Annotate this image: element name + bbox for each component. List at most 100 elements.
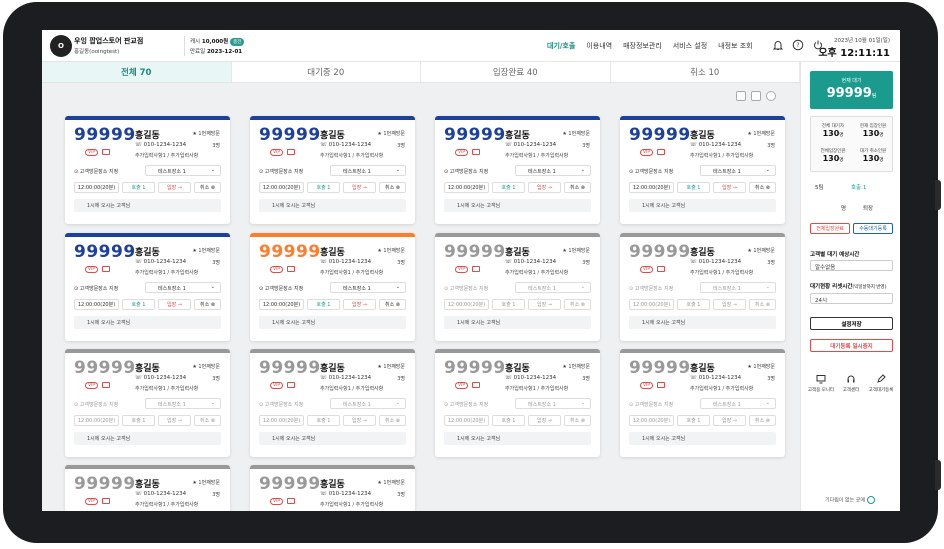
- location-select[interactable]: 테스트장소 1 ⌄: [515, 165, 591, 176]
- memo-field[interactable]: 1시에 오시는 고객님: [259, 199, 406, 212]
- bell-icon[interactable]: [772, 39, 784, 51]
- cancel-button[interactable]: 취소 ⊗: [194, 415, 221, 426]
- message-icon[interactable]: [287, 382, 295, 388]
- message-icon[interactable]: [102, 382, 110, 388]
- monitor-button[interactable]: 고객용 모니터: [807, 374, 835, 393]
- call-button[interactable]: 호출 1: [492, 182, 525, 193]
- message-icon[interactable]: [472, 266, 480, 272]
- cancel-button[interactable]: 취소 ⊗: [194, 182, 221, 193]
- tab-entered[interactable]: 입장완료 40: [421, 62, 611, 82]
- call-button[interactable]: 호출 1: [307, 299, 340, 310]
- message-icon[interactable]: [102, 498, 110, 504]
- enter-button[interactable]: 입장 →: [158, 182, 191, 193]
- message-icon[interactable]: [472, 149, 480, 155]
- call-button[interactable]: 호출 1: [677, 299, 710, 310]
- refresh-icon[interactable]: [766, 91, 776, 101]
- waiting-card[interactable]: 99999 VIP 홍길동 ★ 1번째방문 ☏ 010-1234-1234 3명…: [250, 465, 415, 511]
- enter-button[interactable]: 입장 →: [528, 415, 561, 426]
- help-icon[interactable]: ?: [792, 39, 804, 51]
- waiting-card[interactable]: 99999 VIP 홍길동 ★ 1번째방문 ☏ 010-1234-1234 3명…: [435, 116, 600, 224]
- enter-button[interactable]: 입장 →: [528, 299, 561, 310]
- call-button[interactable]: 호출 1: [492, 415, 525, 426]
- location-select[interactable]: 테스트장소 1 ⌄: [145, 282, 221, 293]
- memo-field[interactable]: 1시에 오시는 고객님: [74, 199, 221, 212]
- grid-view-icon[interactable]: [736, 91, 746, 101]
- est-time-select[interactable]: 알수없음: [810, 260, 893, 271]
- location-select[interactable]: 테스트장소 1 ⌄: [330, 282, 406, 293]
- cancel-button[interactable]: 취소 ⊗: [749, 299, 776, 310]
- charge-badge[interactable]: 충전: [230, 38, 245, 46]
- waiting-card[interactable]: 99999 VIP 홍길동 ★ 1번째방문 ☏ 010-1234-1234 3명…: [620, 233, 785, 341]
- location-select[interactable]: 테스트장소 1 ⌄: [145, 165, 221, 176]
- all-enter-button[interactable]: 전체입장완료: [810, 223, 850, 234]
- exit-button[interactable]: 퇴장: [863, 204, 873, 212]
- waiting-card[interactable]: 99999 VIP 홍길동 ★ 1번째방문 ☏ 010-1234-1234 3명…: [250, 233, 415, 341]
- manual-register-button[interactable]: 수동대기등록: [853, 223, 893, 234]
- enter-button[interactable]: 입장 →: [713, 299, 746, 310]
- call-button[interactable]: 호출 1: [122, 182, 155, 193]
- message-icon[interactable]: [102, 266, 110, 272]
- memo-field[interactable]: 1시에 오시는 고객님: [629, 432, 776, 445]
- enter-button[interactable]: 입장 →: [158, 299, 191, 310]
- memo-field[interactable]: 1시에 오시는 고객님: [74, 316, 221, 329]
- waiting-card[interactable]: 99999 VIP 홍길동 ★ 1번째방문 ☏ 010-1234-1234 3명…: [250, 116, 415, 224]
- nav-myinfo[interactable]: 내정보 조회: [718, 41, 752, 51]
- enter-button[interactable]: 입장 →: [343, 182, 376, 193]
- tab-cancelled[interactable]: 취소 10: [611, 62, 800, 82]
- waiting-card[interactable]: 99999 VIP 홍길동 ★ 1번째방문 ☏ 010-1234-1234 3명…: [435, 233, 600, 341]
- nav-history[interactable]: 이용내역: [586, 41, 612, 51]
- call-button[interactable]: 호출 1: [492, 299, 525, 310]
- location-select[interactable]: 테스트장소 1 ⌄: [515, 282, 591, 293]
- location-select[interactable]: 테스트장소 1 ⌄: [330, 398, 406, 409]
- message-icon[interactable]: [102, 149, 110, 155]
- waiting-card[interactable]: 99999 VIP 홍길동 ★ 1번째방문 ☏ 010-1234-1234 3명…: [435, 349, 600, 457]
- cancel-button[interactable]: 취소 ⊗: [749, 182, 776, 193]
- message-icon[interactable]: [287, 266, 295, 272]
- save-settings-button[interactable]: 설정저장: [810, 317, 893, 330]
- cancel-button[interactable]: 취소 ⊗: [564, 182, 591, 193]
- enter-button[interactable]: 입장 →: [713, 182, 746, 193]
- memo-field[interactable]: 1시에 오시는 고객님: [629, 199, 776, 212]
- call-next-button[interactable]: 호출 1: [851, 183, 866, 191]
- waiting-card[interactable]: 99999 VIP 홍길동 ★ 1번째방문 ☏ 010-1234-1234 3명…: [65, 349, 230, 457]
- waiting-card[interactable]: 99999 VIP 홍길동 ★ 1번째방문 ☏ 010-1234-1234 3명…: [620, 116, 785, 224]
- message-icon[interactable]: [287, 149, 295, 155]
- nav-service[interactable]: 서비스 설정: [673, 41, 707, 51]
- enter-button[interactable]: 입장 →: [343, 415, 376, 426]
- customer-register-button[interactable]: 고객대기등록: [867, 374, 895, 393]
- waiting-card[interactable]: 99999 VIP 홍길동 ★ 1번째방문 ☏ 010-1234-1234 3명…: [250, 349, 415, 457]
- reset-time-select[interactable]: 24시: [810, 293, 893, 304]
- memo-field[interactable]: 1시에 오시는 고객님: [444, 316, 591, 329]
- call-button[interactable]: 호출 1: [307, 415, 340, 426]
- memo-field[interactable]: 1시에 오시는 고객님: [74, 432, 221, 445]
- cancel-button[interactable]: 취소 ⊗: [749, 415, 776, 426]
- call-button[interactable]: 호출 1: [307, 182, 340, 193]
- cancel-button[interactable]: 취소 ⊗: [379, 415, 406, 426]
- cancel-button[interactable]: 취소 ⊗: [379, 182, 406, 193]
- memo-field[interactable]: 1시에 오시는 고객님: [444, 199, 591, 212]
- message-icon[interactable]: [657, 382, 665, 388]
- memo-field[interactable]: 1시에 오시는 고객님: [444, 432, 591, 445]
- message-icon[interactable]: [472, 382, 480, 388]
- call-button[interactable]: 호출 1: [122, 415, 155, 426]
- waiting-card[interactable]: 99999 VIP 홍길동 ★ 1번째방문 ☏ 010-1234-1234 3명…: [65, 116, 230, 224]
- enter-button[interactable]: 입장 →: [158, 415, 191, 426]
- nav-waiting[interactable]: 대기/호출: [547, 41, 575, 51]
- call-button[interactable]: 호출 1: [677, 182, 710, 193]
- waiting-card[interactable]: 99999 VIP 홍길동 ★ 1번째방문 ☏ 010-1234-1234 3명…: [65, 465, 230, 511]
- team-count-select[interactable]: 5팀: [815, 183, 824, 191]
- cancel-button[interactable]: 취소 ⊗: [379, 299, 406, 310]
- nav-store[interactable]: 매장정보관리: [623, 41, 662, 51]
- message-icon[interactable]: [287, 498, 295, 504]
- call-button[interactable]: 호출 1: [122, 299, 155, 310]
- location-select[interactable]: 테스트장소 1 ⌄: [515, 398, 591, 409]
- memo-field[interactable]: 1시에 오시는 고객님: [259, 432, 406, 445]
- call-button[interactable]: 호출 1: [677, 415, 710, 426]
- memo-field[interactable]: 1시에 오시는 고객님: [629, 316, 776, 329]
- tab-all[interactable]: 전체 70: [42, 62, 232, 82]
- location-select[interactable]: 테스트장소 1 ⌄: [700, 398, 776, 409]
- enter-button[interactable]: 입장 →: [528, 182, 561, 193]
- waiting-card[interactable]: 99999 VIP 홍길동 ★ 1번째방문 ☏ 010-1234-1234 3명…: [65, 233, 230, 341]
- pause-register-button[interactable]: 대기등록 일시중지: [810, 339, 893, 352]
- enter-button[interactable]: 입장 →: [343, 299, 376, 310]
